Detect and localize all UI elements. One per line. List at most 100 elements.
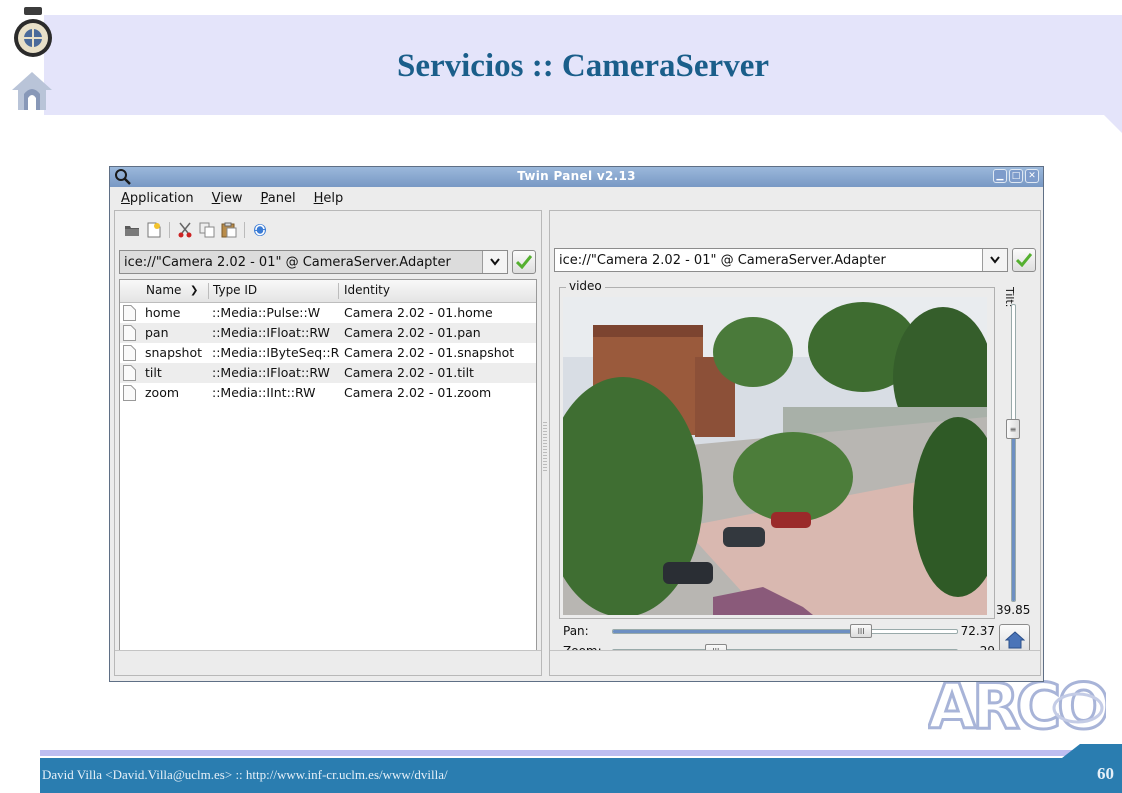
menu-panel[interactable]: Panel: [250, 191, 303, 206]
row-identity: Camera 2.02 - 01.snapshot: [344, 345, 515, 360]
pan-slider-row: Pan: III 72.37: [563, 622, 995, 642]
file-icon: [123, 345, 136, 361]
column-header-name[interactable]: Name: [146, 283, 181, 297]
footer-line: [40, 750, 1122, 756]
minimize-button[interactable]: ▁: [993, 169, 1007, 183]
menu-help-mnemonic: H: [313, 190, 324, 206]
tilt-slider-track[interactable]: [1011, 304, 1016, 602]
row-type: ::Media::IFloat::RW: [212, 325, 330, 340]
footer-author-link[interactable]: David Villa <David.Villa@uclm.es> :: htt…: [42, 767, 448, 783]
menubar: Application View Panel Help: [110, 187, 1043, 209]
menu-panel-label: anel: [267, 190, 296, 206]
tree-header: Name ❯ Type ID Identity: [120, 280, 536, 303]
pan-value: 72.37: [960, 624, 995, 638]
row-name: tilt: [145, 365, 162, 380]
twin-panel-window: Twin Panel v2.13 ▁ □ ✕ Application View …: [109, 166, 1044, 682]
right-apply-button[interactable]: [1012, 248, 1036, 272]
maximize-icon: □: [1011, 170, 1021, 181]
chevron-down-icon[interactable]: [482, 251, 507, 273]
table-row[interactable]: zoom ::Media::IInt::RW Camera 2.02 - 01.…: [120, 383, 536, 403]
camera-video-feed[interactable]: [563, 297, 987, 615]
page-number: 60: [1097, 764, 1114, 783]
chevron-down-icon[interactable]: [982, 249, 1007, 271]
column-divider: [338, 283, 339, 299]
tilt-value: 39.85: [996, 603, 1031, 617]
left-statusbar: [115, 650, 541, 675]
close-icon: ✕: [1028, 170, 1036, 181]
pan-label: Pan:: [563, 624, 589, 638]
menu-view-mnemonic: V: [211, 190, 221, 206]
menu-help-label: elp: [323, 190, 344, 206]
refresh-icon[interactable]: [249, 220, 271, 240]
row-identity: Camera 2.02 - 01.tilt: [344, 365, 474, 380]
menu-help[interactable]: Help: [303, 191, 351, 206]
sort-chevron-icon[interactable]: ❯: [190, 285, 198, 296]
file-icon: [123, 325, 136, 341]
home-icon: [1004, 630, 1025, 648]
menu-application-label: pplication: [129, 190, 194, 206]
interface-tree: Name ❯ Type ID Identity home ::Media::Pu…: [119, 279, 537, 653]
file-icon: [123, 365, 136, 381]
right-proxy-row: ice://"Camera 2.02 - 01" @ CameraServer.…: [554, 247, 1036, 273]
cut-icon[interactable]: [174, 220, 196, 240]
window-title: Twin Panel v2.13: [517, 169, 636, 183]
file-icon: [123, 305, 136, 321]
menu-view[interactable]: View: [201, 191, 250, 206]
toolbar-separator: [169, 222, 170, 238]
pan-slider-handle[interactable]: III: [850, 624, 873, 638]
menu-panel-mnemonic: P: [260, 190, 268, 206]
right-statusbar: [550, 650, 1040, 675]
minimize-icon: ▁: [996, 170, 1004, 181]
row-name: zoom: [145, 385, 180, 400]
maximize-button[interactable]: □: [1009, 169, 1023, 183]
column-divider: [208, 283, 209, 299]
paste-icon[interactable]: [218, 220, 240, 240]
menu-application[interactable]: Application: [110, 191, 201, 206]
left-proxy-text: ice://"Camera 2.02 - 01" @ CameraServer.…: [124, 254, 451, 270]
column-header-type[interactable]: Type ID: [213, 283, 257, 297]
toolbar-separator: [244, 222, 245, 238]
row-type: ::Media::Pulse::W: [212, 305, 321, 320]
slide-title: Servicios :: CameraServer: [396, 48, 769, 84]
panel-splitter-handle[interactable]: [543, 422, 547, 472]
copy-icon[interactable]: [196, 220, 218, 240]
left-toolbar: [121, 219, 271, 241]
left-panel: ice://"Camera 2.02 - 01" @ CameraServer.…: [114, 210, 542, 676]
folder-icon[interactable]: [121, 220, 143, 240]
row-identity: Camera 2.02 - 01.pan: [344, 325, 481, 340]
row-type: ::Media::IByteSeq::R: [212, 345, 340, 360]
slide-header-corner: [1104, 115, 1122, 133]
new-file-icon[interactable]: [143, 220, 165, 240]
file-icon: [123, 385, 136, 401]
column-header-identity[interactable]: Identity: [344, 283, 390, 297]
right-proxy-text: ice://"Camera 2.02 - 01" @ CameraServer.…: [559, 252, 886, 268]
tilt-slider-handle[interactable]: ≡: [1006, 419, 1020, 440]
tilt-slider-fill: [1012, 429, 1015, 601]
left-proxy-combo[interactable]: ice://"Camera 2.02 - 01" @ CameraServer.…: [119, 250, 508, 274]
university-seal-icon: [14, 7, 52, 57]
video-label: video: [566, 279, 605, 293]
check-icon: [516, 255, 532, 269]
right-proxy-combo[interactable]: ice://"Camera 2.02 - 01" @ CameraServer.…: [554, 248, 1008, 272]
left-apply-button[interactable]: [512, 250, 536, 274]
table-row[interactable]: pan ::Media::IFloat::RW Camera 2.02 - 01…: [120, 323, 536, 343]
table-row[interactable]: tilt ::Media::IFloat::RW Camera 2.02 - 0…: [120, 363, 536, 383]
university-building-icon: [12, 72, 52, 110]
row-type: ::Media::IFloat::RW: [212, 365, 330, 380]
right-panel: ice://"Camera 2.02 - 01" @ CameraServer.…: [549, 210, 1041, 676]
left-proxy-row: ice://"Camera 2.02 - 01" @ CameraServer.…: [119, 249, 536, 275]
footer-notch: [1062, 744, 1122, 758]
menu-view-label: iew: [220, 190, 243, 206]
video-frame: video: [559, 279, 995, 619]
row-name: home: [145, 305, 181, 320]
row-type: ::Media::IInt::RW: [212, 385, 316, 400]
table-row[interactable]: snapshot ::Media::IByteSeq::R Camera 2.0…: [120, 343, 536, 363]
check-icon: [1016, 253, 1032, 267]
menu-application-mnemonic: A: [121, 190, 130, 206]
table-row[interactable]: home ::Media::Pulse::W Camera 2.02 - 01.…: [120, 303, 536, 323]
close-button[interactable]: ✕: [1025, 169, 1039, 183]
row-name: pan: [145, 325, 169, 340]
row-identity: Camera 2.02 - 01.zoom: [344, 385, 492, 400]
window-titlebar[interactable]: Twin Panel v2.13 ▁ □ ✕: [110, 167, 1043, 187]
pan-slider-track[interactable]: [612, 629, 958, 634]
